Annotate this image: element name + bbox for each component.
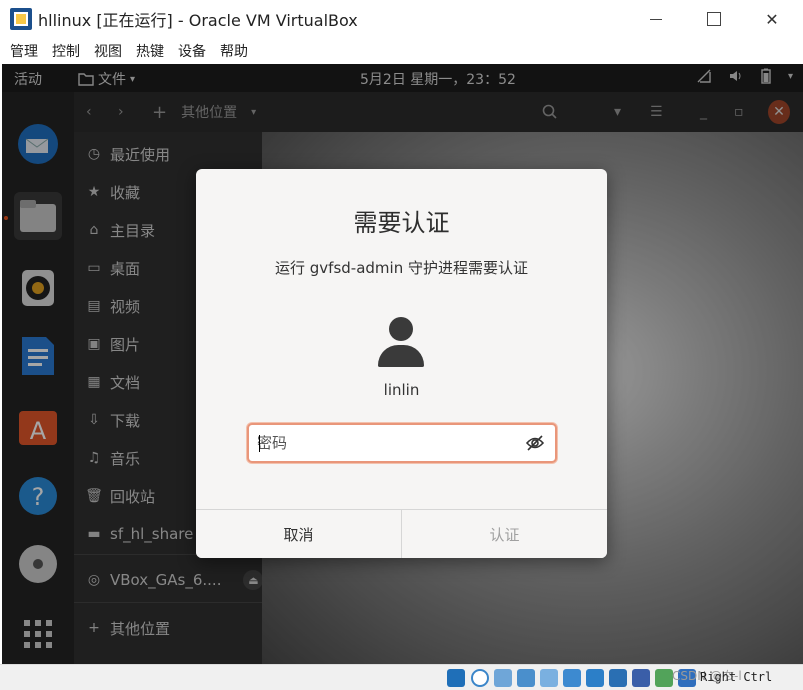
shared-folders-icon[interactable]: [563, 669, 581, 687]
window-title: hllinux [正在运行] - Oracle VM VirtualBox: [38, 11, 358, 30]
host-key-label: Right Ctrl: [700, 670, 773, 684]
maximize-button[interactable]: [685, 0, 743, 38]
guest-screen: 活动 文件 ▾ 5月2日 星期一，23：52 ▾ A ? ‹ › + 其他位置 …: [2, 64, 803, 664]
network-status-icon[interactable]: [517, 669, 535, 687]
video-capture-icon[interactable]: [609, 669, 627, 687]
menu-hotkeys[interactable]: 热键: [136, 41, 164, 61]
menu-devices[interactable]: 设备: [178, 41, 206, 61]
virtualbox-titlebar: hllinux [正在运行] - Oracle VM VirtualBox: [0, 0, 803, 38]
text-caret: [259, 435, 260, 452]
cancel-button[interactable]: 取消: [196, 510, 401, 558]
usb-icon[interactable]: [540, 669, 558, 687]
virtualbox-statusbar: CSDN @冭-l Right Ctrl: [0, 664, 803, 690]
display-icon[interactable]: [586, 669, 604, 687]
menu-manage[interactable]: 管理: [10, 41, 38, 61]
hdd-icon[interactable]: [447, 669, 465, 687]
menu-help[interactable]: 帮助: [220, 41, 248, 61]
password-field-wrapper: [247, 423, 557, 463]
password-input[interactable]: [257, 431, 517, 455]
audio-icon[interactable]: [494, 669, 512, 687]
username-label: linlin: [383, 381, 420, 399]
menu-control[interactable]: 控制: [52, 41, 80, 61]
auth-dialog: 需要认证 运行 gvfsd-admin 守护进程需要认证 linlin 取消 认…: [196, 169, 607, 558]
authenticate-button[interactable]: 认证: [401, 510, 607, 558]
dialog-title: 需要认证: [353, 209, 450, 237]
mouse-integration-icon[interactable]: [655, 669, 673, 687]
virtualbox-menubar: 管理 控制 视图 热键 设备 帮助: [0, 38, 803, 64]
eye-slash-icon[interactable]: [525, 434, 545, 452]
close-button[interactable]: [743, 0, 801, 38]
virtualization-icon[interactable]: [632, 669, 650, 687]
dialog-button-row: 取消 认证: [196, 509, 607, 558]
virtualbox-app-icon: [10, 8, 32, 30]
menu-view[interactable]: 视图: [94, 41, 122, 61]
optical-drive-icon[interactable]: [471, 669, 489, 687]
user-avatar-icon: [378, 317, 424, 367]
dialog-message: 运行 gvfsd-admin 守护进程需要认证: [275, 259, 528, 277]
minimize-button[interactable]: [627, 0, 685, 38]
